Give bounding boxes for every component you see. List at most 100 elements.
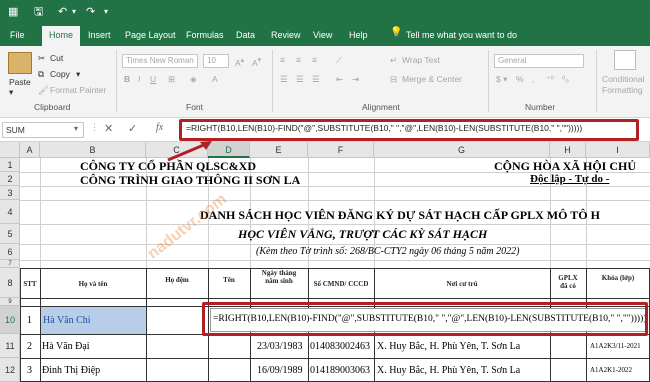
tell-me-box[interactable]: Tell me what you want to do [406,29,517,41]
align-top-icon[interactable]: ≡ [280,55,285,66]
grow-font-icon[interactable]: A▴ [235,55,244,69]
row-header[interactable]: 1 [0,158,20,172]
column-header[interactable]: H [550,142,586,158]
increase-decimal-icon[interactable]: ⁺⁰ [546,74,554,85]
insert-function-icon[interactable]: fx [156,122,163,133]
save-icon[interactable]: 🖫 [34,5,43,19]
tab-data[interactable]: Data [236,29,255,41]
cut-icon[interactable]: ✂ [38,53,45,64]
number-format-field[interactable]: General [494,54,584,68]
alignment-group-label: Alignment [362,102,400,112]
tab-help[interactable]: Help [349,29,368,41]
format-painter-icon[interactable]: 🖌 [38,85,49,96]
cell-id[interactable]: 014189003063 [310,365,370,376]
row-header[interactable]: 6 [0,244,20,260]
undo-icon[interactable]: ↶ [58,5,67,19]
name-box-dropdown-icon[interactable]: ▾ [74,124,78,133]
column-header[interactable]: A [20,142,40,158]
cell-stt[interactable]: 3 [27,365,32,376]
tab-view[interactable]: View [313,29,332,41]
conditional-formatting-button[interactable]: Conditional Formatting [602,74,650,96]
format-painter-button[interactable]: Format Painter [50,85,106,96]
cell-address[interactable]: X. Huy Bắc, H. Phù Yên, T. Sơn La [377,365,520,376]
name-box[interactable]: SUM [2,122,84,138]
row-header[interactable]: 8 [0,268,20,298]
tab-file[interactable]: File [10,29,25,41]
nation-title: CỘNG HÒA XÃ HỘI CHỦ [494,159,637,173]
row-header[interactable]: 11 [0,334,20,358]
cell-course[interactable]: A1A2K1-2022 [590,366,632,374]
copy-icon[interactable]: ⧉ [38,69,44,80]
increase-indent-icon[interactable]: ⇥ [352,74,359,85]
cut-button[interactable]: Cut [50,53,63,64]
decrease-decimal-icon[interactable]: ⁰₀ [562,74,569,85]
selected-cell-b10[interactable]: Hà Văn Chi [41,307,146,334]
tab-insert[interactable]: Insert [88,29,111,41]
cell-name[interactable]: Hà Văn Đại [42,341,90,352]
cell-id[interactable]: 014083002463 [310,341,370,352]
accounting-icon[interactable]: $ ▾ [496,74,507,85]
shrink-font-icon[interactable]: A▾ [252,55,261,69]
copy-button[interactable]: Copy [50,69,70,80]
tab-page-layout[interactable]: Page Layout [125,29,176,41]
column-header[interactable]: G [374,142,550,158]
italic-icon[interactable]: I [138,74,140,85]
bold-icon[interactable]: B [124,74,130,85]
customize-toolbar-icon[interactable]: ▾ [104,5,108,19]
cell-address[interactable]: X. Huy Bắc, H. Phù Yên, T. Sơn La [377,341,520,352]
align-bottom-icon[interactable]: ≡ [312,55,317,66]
row-header[interactable]: 9 [0,298,20,306]
align-middle-icon[interactable]: ≡ [296,55,301,66]
lightbulb-icon: 💡 [390,27,403,38]
font-color-icon[interactable]: A [212,74,218,85]
row-header[interactable]: 2 [0,172,20,186]
decrease-indent-icon[interactable]: ⇤ [336,74,343,85]
tab-review[interactable]: Review [271,29,301,41]
fill-color-icon[interactable]: ◈ [190,74,197,85]
select-all-corner[interactable] [0,142,20,158]
cell-stt[interactable]: 1 [27,315,32,326]
comma-icon[interactable]: , [532,74,534,85]
cell-name[interactable]: Đinh Thị Điệp [42,365,100,376]
undo-dropdown-icon[interactable]: ▾ [72,5,76,19]
align-left-icon[interactable]: ☰ [280,74,288,85]
percent-icon[interactable]: % [516,74,524,85]
conditional-formatting-icon[interactable] [614,50,636,70]
row-header[interactable]: 7 [0,260,20,268]
font-group-label: Font [186,102,204,112]
row-header[interactable]: 12 [0,358,20,382]
cell-dob[interactable]: 16/09/1989 [257,365,303,376]
wrap-text-button[interactable]: Wrap Text [402,55,440,66]
column-header[interactable]: B [40,142,146,158]
gridline [20,260,650,261]
row-header[interactable]: 3 [0,186,20,200]
copy-dropdown-icon[interactable]: ▾ [76,69,80,80]
cell-course[interactable]: A1A2K3/11-2021 [590,342,641,350]
row-header[interactable]: 4 [0,200,20,224]
merge-center-button[interactable]: Merge & Center [402,74,462,85]
cancel-icon[interactable]: ✕ [104,122,113,135]
worksheet-grid[interactable]: CÔNG TY CỔ PHẦN QLSC&XD CÔNG TRÌNH GIAO … [20,158,650,382]
column-header[interactable]: I [586,142,650,158]
redo-icon[interactable]: ↷ [86,5,95,19]
align-center-icon[interactable]: ☰ [296,74,304,85]
row-header[interactable]: 10 [0,306,20,334]
orientation-icon[interactable]: ⟋ [336,55,342,66]
underline-icon[interactable]: U [150,74,156,85]
paste-icon[interactable] [8,52,32,74]
font-size-field[interactable]: 10 [203,54,229,68]
borders-icon[interactable]: ⊞ [168,74,175,85]
tab-home[interactable]: Home [42,26,81,46]
paste-dropdown-icon[interactable]: ▾ [9,87,13,98]
align-right-icon[interactable]: ☰ [312,74,320,85]
enter-icon[interactable]: ✓ [128,122,137,135]
cell-stt[interactable]: 2 [27,341,32,352]
font-name-field[interactable]: Times New Roman [122,54,198,68]
tab-formulas[interactable]: Formulas [186,29,224,41]
row-header[interactable]: 5 [0,224,20,244]
merge-center-icon[interactable]: ⊟ [390,74,397,85]
cell-dob[interactable]: 23/03/1983 [257,341,303,352]
wrap-text-icon[interactable]: ↵ [390,55,397,66]
column-header[interactable]: E [250,142,308,158]
column-header[interactable]: F [308,142,374,158]
